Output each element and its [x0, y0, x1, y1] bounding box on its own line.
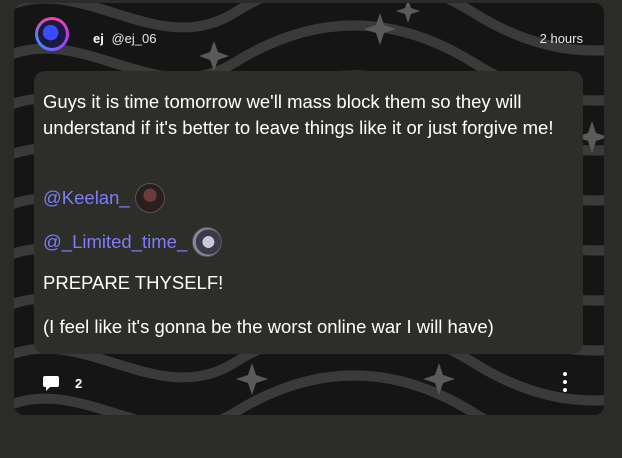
mention-line-2: @_Limited_time_ — [43, 227, 223, 257]
author-info[interactable]: ej @ej_06 — [93, 31, 156, 46]
avatar-image — [38, 20, 66, 48]
mention-avatar-limited-time[interactable] — [192, 227, 223, 257]
post-timestamp: 2 hours — [539, 31, 583, 46]
post-card: ej @ej_06 2 hours Guys it is time tomorr… — [14, 3, 604, 415]
post-content-bubble: Guys it is time tomorrow we'll mass bloc… — [34, 71, 583, 354]
mention-avatar-keelan[interactable] — [134, 183, 165, 213]
post-line-prepare: PREPARE THYSELF! — [43, 272, 224, 293]
mention-keelan[interactable]: @Keelan_ — [43, 185, 130, 211]
mention-line-1: @Keelan_ — [43, 183, 165, 213]
author-avatar[interactable] — [35, 17, 69, 51]
more-vertical-icon-dot — [563, 388, 567, 392]
comment-bubble-icon — [43, 376, 59, 391]
post-body: Guys it is time tomorrow we'll mass bloc… — [43, 89, 563, 141]
author-handle[interactable]: @ej_06 — [111, 31, 156, 46]
author-name[interactable]: ej — [93, 31, 104, 46]
comment-count: 2 — [75, 376, 83, 391]
post-header: ej @ej_06 2 hours — [14, 3, 604, 69]
mention-limited-time[interactable]: @_Limited_time_ — [43, 229, 187, 255]
post-body-text: Guys it is time tomorrow we'll mass bloc… — [43, 91, 554, 138]
more-options-button[interactable] — [559, 372, 571, 392]
more-vertical-icon — [563, 372, 567, 376]
comment-button[interactable]: 2 — [42, 375, 82, 392]
post-line-war: (I feel like it's gonna be the worst onl… — [43, 316, 494, 337]
more-vertical-icon-dot — [563, 380, 567, 384]
